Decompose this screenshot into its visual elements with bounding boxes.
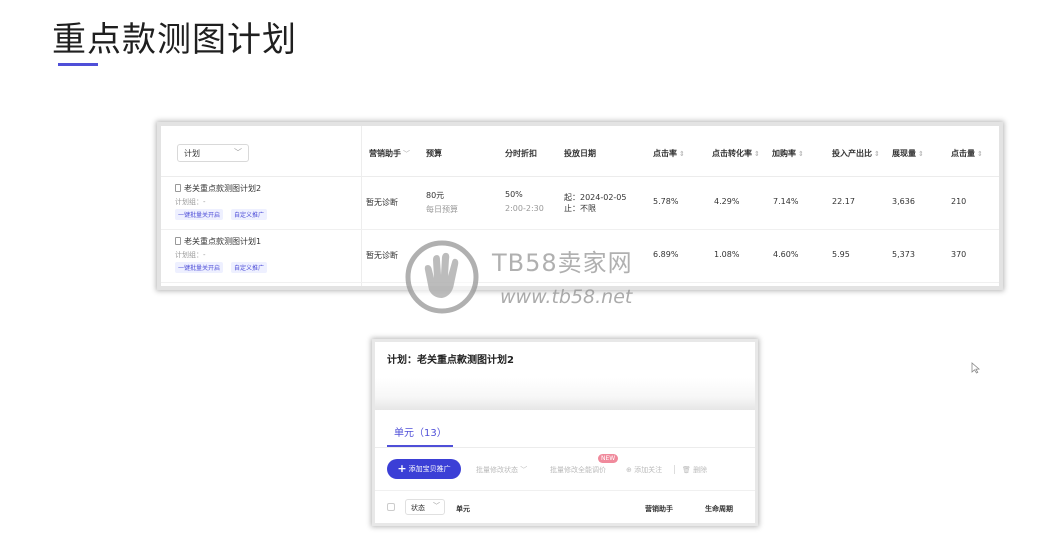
impressions-cell: 5,373 xyxy=(892,250,915,259)
header-cvr-label: 点击转化率 xyxy=(712,149,752,158)
budget-sub: 每日预算 xyxy=(426,205,458,214)
header-band xyxy=(375,378,755,410)
title-underline xyxy=(58,63,98,66)
trash-icon: 🗑 xyxy=(682,466,691,474)
roi-cell: 5.95 xyxy=(832,250,850,259)
ctr-cell: 5.78% xyxy=(653,197,679,206)
batch-status-button[interactable]: 批量修改状态 ﹀ xyxy=(476,465,527,475)
header-time-discount: 分时折扣 xyxy=(505,149,537,158)
cart-rate-cell: 7.14% xyxy=(773,197,799,206)
chevron-down-icon: ﹀ xyxy=(520,466,528,474)
sort-icon[interactable]: ⇕ xyxy=(918,150,924,158)
sort-icon[interactable]: ⇕ xyxy=(679,150,685,158)
discount-cell[interactable]: 50% xyxy=(505,190,523,199)
watermark-hand-icon xyxy=(405,240,479,314)
header-assistant[interactable]: 营销助手 ﹀ xyxy=(369,148,410,159)
header-ctr[interactable]: 点击率 ⇕ xyxy=(653,148,685,159)
status-filter-select[interactable]: 状态 ﹀ xyxy=(405,499,445,515)
tag-custom: 自定义推广 xyxy=(231,209,268,220)
plan-group: 计划组：- xyxy=(175,251,206,259)
header-lifecycle: 生命周期 xyxy=(705,505,733,513)
header-unit: 单元 xyxy=(456,505,470,513)
watermark-brand: TB58卖家网 xyxy=(492,249,633,277)
tag-custom: 自定义推广 xyxy=(231,262,268,273)
impressions-cell: 3,636 xyxy=(892,197,915,206)
header-budget: 预算 xyxy=(426,149,442,158)
chevron-down-icon: ﹀ xyxy=(403,150,410,158)
cvr-cell: 1.08% xyxy=(714,250,740,259)
sort-icon[interactable]: ⇕ xyxy=(874,150,880,158)
header-cvr[interactable]: 点击转化率 ⇕ xyxy=(712,148,760,159)
plan-select-label: 计划 xyxy=(184,149,200,158)
add-item-promotion-button[interactable]: + 添加宝贝推广 xyxy=(387,459,461,479)
budget-cell[interactable]: 80元 xyxy=(426,190,444,201)
header-impressions[interactable]: 展现量 ⇕ xyxy=(892,148,924,159)
header-assistant-label: 营销助手 xyxy=(369,149,401,158)
batch-smart-price-button[interactable]: 批量修改全能调价 xyxy=(550,465,606,475)
status-select-label: 状态 xyxy=(411,504,425,512)
clicks-cell: 210 xyxy=(951,197,967,206)
document-icon xyxy=(175,237,181,245)
tag-batch: 一键批量关开启 xyxy=(175,209,224,220)
toolbar-separator xyxy=(674,465,675,474)
plan-title: 计划：老关重点款测图计划2 xyxy=(387,355,514,366)
header-roi-label: 投入产出比 xyxy=(832,149,872,158)
table-row: 老关重点款测图计划2 计划组：- 一键批量关开启 自定义推广 暂无诊断 80元 … xyxy=(161,177,999,230)
plan-name: 老关重点款测图计划2 xyxy=(184,184,262,193)
roi-cell: 22.17 xyxy=(832,197,855,206)
clicks-cell: 370 xyxy=(951,250,967,259)
plan-name-link[interactable]: 老关重点款测图计划2 xyxy=(175,183,261,194)
assistant-cell: 暂无诊断 xyxy=(366,251,398,260)
header-ctr-label: 点击率 xyxy=(653,149,677,158)
cvr-cell: 4.29% xyxy=(714,197,740,206)
add-follow-label: 添加关注 xyxy=(634,466,663,474)
end-date: 止：不限 xyxy=(564,204,596,213)
plus-icon: + xyxy=(397,462,407,475)
delete-label: 删除 xyxy=(693,466,708,474)
document-icon xyxy=(175,184,181,192)
header-clicks[interactable]: 点击量 ⇕ xyxy=(951,148,983,159)
chevron-down-icon: ﹀ xyxy=(234,148,242,157)
tab-units[interactable]: 单元（13） xyxy=(394,424,447,439)
table-header: 计划 ﹀ 营销助手 ﹀ 预算 分时折扣 投放日期 点击率 ⇕ 点击转化率 ⇕ 加购率 ⇕… xyxy=(161,126,999,177)
add-button-label: 添加宝贝推广 xyxy=(408,465,451,473)
add-circle-icon: ⊕ xyxy=(626,466,632,474)
slide-title: 重点款测图计划 xyxy=(52,20,297,60)
sort-icon[interactable]: ⇕ xyxy=(798,150,804,158)
tag-batch: 一键批量关开启 xyxy=(175,262,224,273)
tab-divider xyxy=(375,447,755,448)
header-assistant: 营销助手 xyxy=(645,505,673,513)
batch-status-label: 批量修改状态 xyxy=(476,466,518,474)
delete-button[interactable]: 🗑 删除 xyxy=(682,465,707,475)
plan-group: 计划组：- xyxy=(175,198,206,206)
chevron-down-icon: ﹀ xyxy=(433,502,440,510)
sort-icon[interactable]: ⇕ xyxy=(754,150,760,158)
plan-name-link[interactable]: 老关重点款测图计划1 xyxy=(175,236,261,247)
cart-rate-cell: 4.60% xyxy=(773,250,799,259)
start-date: 起：2024-02-05 xyxy=(564,193,627,202)
assistant-cell: 暂无诊断 xyxy=(366,198,398,207)
discount-sub: 2:00-2:30 xyxy=(505,204,544,213)
table-header-divider xyxy=(375,490,755,491)
new-badge: NEW xyxy=(598,454,619,463)
header-cart-rate[interactable]: 加购率 ⇕ xyxy=(772,148,804,159)
header-cart-rate-label: 加购率 xyxy=(772,149,796,158)
select-all-checkbox[interactable] xyxy=(387,503,395,511)
ctr-cell: 6.89% xyxy=(653,250,679,259)
plan-select[interactable]: 计划 ﹀ xyxy=(177,144,249,162)
add-follow-button[interactable]: ⊕ 添加关注 xyxy=(626,465,662,475)
slide: 重点款测图计划 计划 ﹀ 营销助手 ﹀ 预算 分时折扣 投放日期 点击率 ⇕ 点击转… xyxy=(0,0,1047,559)
header-clicks-label: 点击量 xyxy=(951,149,975,158)
header-roi[interactable]: 投入产出比 ⇕ xyxy=(832,148,880,159)
sort-icon[interactable]: ⇕ xyxy=(977,150,983,158)
watermark-url: www.tb58.net xyxy=(500,286,633,308)
header-delivery-date: 投放日期 xyxy=(564,149,596,158)
plan-name: 老关重点款测图计划1 xyxy=(184,237,262,246)
header-impressions-label: 展现量 xyxy=(892,149,916,158)
unit-panel-screenshot: 计划：老关重点款测图计划2 单元（13） + 添加宝贝推广 批量修改状态 ﹀ NE… xyxy=(375,342,755,523)
mouse-cursor-icon xyxy=(971,362,981,374)
